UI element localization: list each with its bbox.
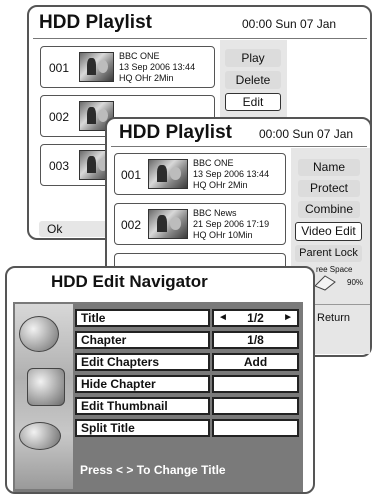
chapter-disc-icon [19,422,61,450]
title-value-cell[interactable]: ◄ 1/2 ► [212,309,299,327]
right-arrow-icon[interactable]: ► [283,311,293,325]
back-item-number: 001 [49,61,70,75]
hide-chapter-row-label[interactable]: Hide Chapter [75,375,210,393]
front-playlist-item-2[interactable]: 002 BBC News 21 Sep 2006 17:19 HQ OHr 10… [114,203,286,245]
photos-icon [27,368,65,406]
disc-icon [314,275,336,291]
navigator-title: HDD Edit Navigator [51,272,208,291]
ok-button[interactable]: Ok [39,221,109,237]
edit-thumbnail-row-label[interactable]: Edit Thumbnail [75,397,210,415]
front-playlist-item-1[interactable]: 001 BBC ONE 13 Sep 2006 13:44 HQ OHr 2Mi… [114,153,286,195]
play-button[interactable]: Play [225,49,281,67]
front-item-thumbnail [148,209,188,239]
front-item-quality: HQ OHr 2Min [193,180,248,190]
back-datetime: 00:00 Sun 07 Jan [242,17,337,31]
navigator-side-art [15,304,73,489]
title-row-label[interactable]: Title [75,309,210,327]
free-space-value: 90% [347,278,364,287]
protect-button[interactable]: Protect [298,180,360,197]
back-item-thumbnail [79,52,114,82]
front-item-date: 21 Sep 2006 17:19 [193,219,270,229]
delete-button[interactable]: Delete [225,71,281,89]
edit-thumbnail-value [212,397,299,415]
video-edit-button[interactable]: Video Edit [295,222,362,241]
back-playlist-item-1[interactable]: 001 BBC ONE 13 Sep 2006 13:44 HQ OHr 2Mi… [40,46,215,88]
name-button[interactable]: Name [298,159,360,176]
back-item-number: 003 [49,159,70,173]
parent-lock-button[interactable]: Parent Lock [295,245,362,262]
front-item-number: 002 [121,218,142,232]
front-item-channel: BBC News [193,208,237,218]
combine-button[interactable]: Combine [298,201,360,218]
navigator-body: Title ◄ 1/2 ► Chapter 1/8 Edit Chapters … [13,302,303,492]
front-datetime: 00:00 Sun 07 Jan [259,127,354,141]
edit-chapters-row-label[interactable]: Edit Chapters [75,353,210,371]
front-playlist-title: HDD Playlist [119,122,232,143]
front-item-number: 001 [121,168,142,182]
chapter-value: 1/8 [212,331,299,349]
edit-navigator-panel: HDD Edit Navigator Title ◄ 1/2 ► Chapter… [5,266,315,494]
back-playlist-title: HDD Playlist [39,12,152,33]
front-item-thumbnail [148,159,188,189]
back-item-channel: BBC ONE [119,51,160,61]
edit-button[interactable]: Edit [225,93,281,111]
split-title-row-label[interactable]: Split Title [75,419,210,437]
chapter-row-label[interactable]: Chapter [75,331,210,349]
camera-icon [19,316,59,352]
return-button[interactable]: Return [317,312,350,324]
hide-chapter-value [212,375,299,393]
back-item-quality: HQ OHr 2Min [119,73,174,83]
front-item-quality: HQ OHr 10Min [193,230,253,240]
front-item-channel: BBC ONE [193,158,234,168]
back-item-date: 13 Sep 2006 13:44 [119,62,196,72]
back-item-number: 002 [49,110,70,124]
navigator-hint: Press < > To Change Title [80,463,226,477]
free-space-label: ree Space [316,265,353,274]
split-title-value [212,419,299,437]
front-item-date: 13 Sep 2006 13:44 [193,169,270,179]
edit-chapters-value[interactable]: Add [212,353,299,371]
